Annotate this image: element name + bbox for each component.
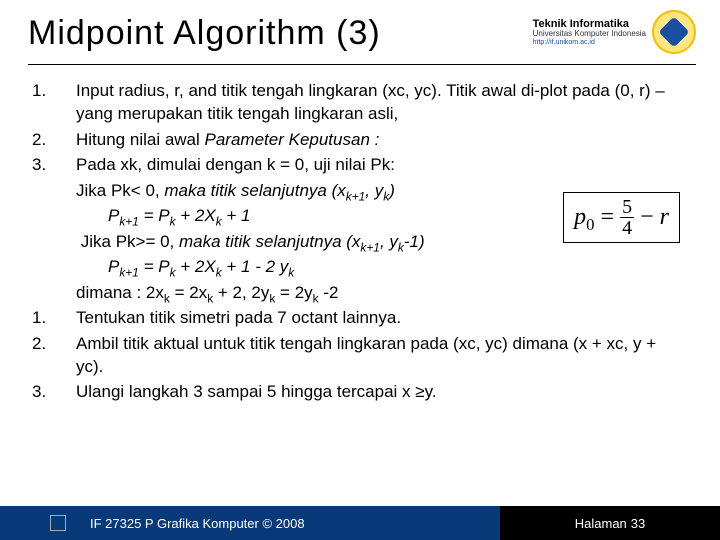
step-3: 3. Pada xk, dimulai dengan k = 0, uji ni… <box>32 153 688 176</box>
step-4: 1. Tentukan titik simetri pada 7 octant … <box>32 306 688 329</box>
footer: IF 27325 P Grafika Komputer © 2008 Halam… <box>0 506 720 540</box>
logo-diamond-icon <box>658 16 689 47</box>
footer-page: Halaman 33 <box>500 506 720 540</box>
university-logo-icon <box>652 10 696 54</box>
brand-text: Teknik Informatika Universitas Komputer … <box>533 18 646 47</box>
footer-course: IF 27325 P Grafika Komputer © 2008 <box>0 506 500 540</box>
step-number: 1. <box>32 306 76 329</box>
step-3d: Pk+1 = Pk + 2Xk + 1 - 2 yk <box>32 255 688 278</box>
slide-body: 1. Input radius, r, and titik tengah lin… <box>0 65 720 506</box>
fraction-icon: 5 4 <box>620 197 634 238</box>
step-text: Hitung nilai awal Parameter Keputusan : <box>76 128 688 151</box>
step-text: Ulangi langkah 3 sampai 5 hingga tercapa… <box>76 380 688 403</box>
brand-university: Universitas Komputer Indonesia <box>533 30 646 39</box>
step-text: Input radius, r, and titik tengah lingka… <box>76 79 688 126</box>
brand-block: Teknik Informatika Universitas Komputer … <box>533 10 696 54</box>
step-text: Ambil titik aktual untuk titik tengah li… <box>76 332 688 379</box>
step-number: 2. <box>32 128 76 151</box>
step-number: 1. <box>32 79 76 126</box>
equation: Pk+1 = Pk + 2Xk + 1 - 2 yk <box>76 255 688 278</box>
brand-url: http://if.unikom.ac.id <box>533 39 646 47</box>
step-number: 2. <box>32 332 76 379</box>
step-text: Pada xk, dimulai dengan k = 0, uji nilai… <box>76 153 688 176</box>
formula-p0: p0 = 5 4 − r <box>563 192 680 243</box>
step-6: 3. Ulangi langkah 3 sampai 5 hingga terc… <box>32 380 688 403</box>
step-5: 2. Ambil titik aktual untuk titik tengah… <box>32 332 688 379</box>
step-text: Tentukan titik simetri pada 7 octant lai… <box>76 306 688 329</box>
step-1: 1. Input radius, r, and titik tengah lin… <box>32 79 688 126</box>
slide: Midpoint Algorithm (3) Teknik Informatik… <box>0 0 720 540</box>
step-2: 2. Hitung nilai awal Parameter Keputusan… <box>32 128 688 151</box>
step-number: 3. <box>32 153 76 176</box>
brand-name: Teknik Informatika <box>533 18 646 30</box>
step-number: 3. <box>32 380 76 403</box>
slide-title: Midpoint Algorithm (3) <box>28 14 533 53</box>
step-text: dimana : 2xk = 2xk + 2, 2yk = 2yk -2 <box>76 281 688 304</box>
header: Midpoint Algorithm (3) Teknik Informatik… <box>0 0 720 58</box>
step-3e: dimana : 2xk = 2xk + 2, 2yk = 2yk -2 <box>32 281 688 304</box>
